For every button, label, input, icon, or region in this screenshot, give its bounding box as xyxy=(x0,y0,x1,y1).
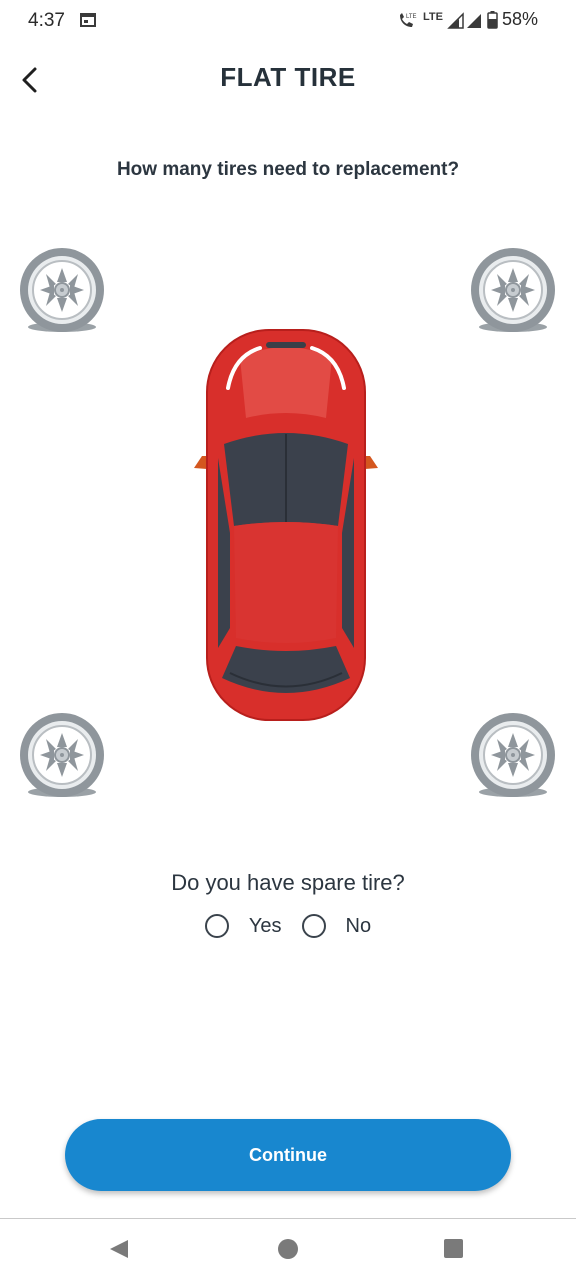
call-lte-icon: LTE xyxy=(400,12,417,27)
page-title: FLAT TIRE xyxy=(220,62,356,92)
status-time: 4:37 xyxy=(28,10,65,31)
battery-percent: 58% xyxy=(501,9,538,29)
radio-yes[interactable] xyxy=(204,914,229,938)
nav-recents-icon[interactable] xyxy=(444,1239,463,1258)
car-top-view xyxy=(194,329,378,721)
battery-icon xyxy=(487,10,498,29)
status-bar: 4:37 LTE LTE 58% xyxy=(0,0,576,44)
tire-rear-left[interactable] xyxy=(17,713,107,799)
continue-button[interactable]: Continue xyxy=(65,1119,511,1191)
nav-back-icon[interactable] xyxy=(108,1238,130,1260)
spare-option-yes[interactable]: Yes xyxy=(204,914,282,938)
calendar-icon xyxy=(80,13,96,27)
spare-tire-question: Do you have spare tire? xyxy=(171,870,405,895)
status-icons: LTE LTE 58% xyxy=(397,9,538,30)
tire-front-left[interactable] xyxy=(17,248,107,334)
spare-tire-options: Yes No xyxy=(0,914,576,938)
radio-no-label: No xyxy=(345,914,372,937)
flat-tire-screen: 4:37 LTE LTE 58% FLAT TIRE How many tire… xyxy=(0,0,576,1280)
spare-option-no[interactable]: No xyxy=(301,914,372,938)
svg-text:LTE: LTE xyxy=(406,14,417,20)
tire-front-right[interactable] xyxy=(468,248,558,334)
signal-icon xyxy=(447,11,481,29)
tire-rear-right[interactable] xyxy=(468,713,558,799)
nav-home-icon[interactable] xyxy=(278,1239,298,1259)
radio-yes-label: Yes xyxy=(248,914,282,937)
radio-no[interactable] xyxy=(301,914,326,938)
tire-count-question: How many tires need to replacement? xyxy=(116,159,460,180)
system-nav-bar xyxy=(0,1219,576,1280)
lte-label: LTE xyxy=(423,10,443,23)
